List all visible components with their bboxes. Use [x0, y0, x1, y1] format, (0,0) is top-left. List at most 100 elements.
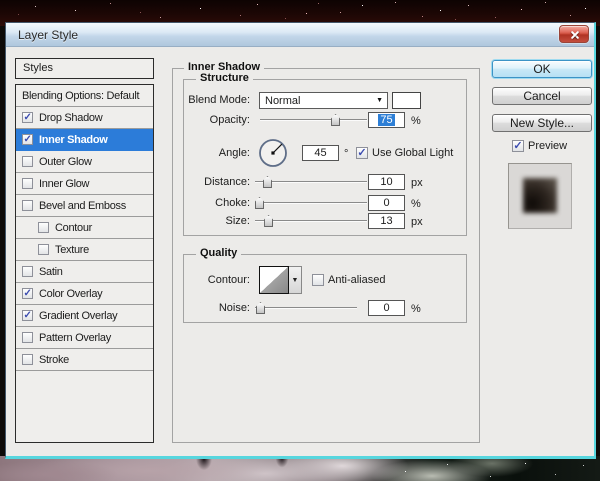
distance-slider[interactable] — [255, 176, 367, 188]
sidebar-item-stroke[interactable]: Stroke — [16, 349, 153, 371]
preview-shadow-swatch — [523, 178, 557, 213]
unchecked-checkbox-icon[interactable] — [38, 222, 49, 233]
noise-slider[interactable] — [255, 302, 357, 314]
quality-legend: Quality — [196, 247, 241, 259]
distance-input[interactable]: 10 — [368, 174, 405, 190]
opacity-slider[interactable] — [260, 114, 367, 126]
dialog-title: Layer Style — [6, 23, 78, 47]
style-preview-thumbnail — [508, 163, 572, 229]
choke-value: 0 — [383, 197, 389, 209]
unchecked-checkbox-icon[interactable] — [22, 178, 33, 189]
distance-value: 10 — [380, 176, 392, 188]
sidebar-item-gradient-overlay[interactable]: ✓ Gradient Overlay — [16, 305, 153, 327]
opacity-value: 75 — [378, 114, 394, 126]
ok-button[interactable]: OK — [492, 60, 592, 78]
dialog-titlebar[interactable]: Layer Style — [6, 23, 594, 47]
sidebar-item-label: Gradient Overlay — [39, 310, 117, 322]
styles-panel-header[interactable]: Styles — [15, 58, 154, 79]
blend-mode-select[interactable]: Normal ▼ — [259, 92, 388, 109]
anti-aliased-label: Anti-aliased — [328, 274, 385, 286]
choke-input[interactable]: 0 — [368, 195, 405, 211]
sidebar-item-label: Texture — [55, 244, 89, 256]
contour-label: Contour: — [150, 273, 250, 287]
shadow-color-swatch[interactable] — [392, 92, 421, 109]
checked-checkbox-icon[interactable]: ✓ — [22, 288, 33, 299]
unchecked-checkbox-icon[interactable] — [22, 332, 33, 343]
sidebar-item-label: Inner Glow — [39, 178, 89, 190]
use-global-light-checkbox[interactable]: ✓ — [356, 147, 368, 159]
styles-header-label: Styles — [23, 62, 53, 74]
sidebar-item-drop-shadow[interactable]: ✓ Drop Shadow — [16, 107, 153, 129]
chevron-down-icon: ▼ — [292, 277, 299, 284]
size-input[interactable]: 13 — [368, 213, 405, 229]
noise-input[interactable]: 0 — [368, 300, 405, 316]
angle-input[interactable]: 45 — [302, 145, 339, 161]
slider-thumb[interactable] — [255, 197, 264, 209]
sidebar-item-label: Drop Shadow — [39, 112, 102, 124]
opacity-unit: % — [411, 114, 421, 128]
sidebar-item-inner-shadow[interactable]: ✓ Inner Shadow — [16, 129, 153, 151]
noise-unit: % — [411, 302, 421, 316]
sidebar-item-label: Outer Glow — [39, 156, 92, 168]
size-unit: px — [411, 215, 423, 229]
close-button[interactable] — [559, 25, 589, 43]
cancel-button[interactable]: Cancel — [492, 87, 592, 105]
angle-label: Angle: — [150, 146, 250, 160]
contour-thumbnail[interactable] — [259, 266, 289, 294]
noise-label: Noise: — [150, 301, 250, 315]
use-global-light-label: Use Global Light — [372, 147, 453, 159]
blend-mode-label: Blend Mode: — [150, 93, 250, 107]
sidebar-item-label: Color Overlay — [39, 288, 102, 300]
angle-value: 45 — [314, 147, 326, 159]
choke-label: Choke: — [150, 196, 250, 210]
sidebar-item-satin[interactable]: Satin — [16, 261, 153, 283]
structure-legend: Structure — [196, 72, 253, 84]
photoshop-workspace: Layer Style Styles Blending Options: Def… — [0, 0, 600, 481]
opacity-input[interactable]: 75 — [368, 112, 405, 128]
unchecked-checkbox-icon[interactable] — [38, 244, 49, 255]
sidebar-item-texture[interactable]: Texture — [16, 239, 153, 261]
blend-mode-value: Normal — [265, 95, 300, 107]
sidebar-item-outer-glow[interactable]: Outer Glow — [16, 151, 153, 173]
new-style-button[interactable]: New Style... — [492, 114, 592, 132]
unchecked-checkbox-icon[interactable] — [22, 200, 33, 211]
stars-decoration — [0, 456, 1, 457]
styles-list: Blending Options: Default ✓ Drop Shadow ✓ In… — [15, 84, 154, 443]
sidebar-item-inner-glow[interactable]: Inner Glow — [16, 173, 153, 195]
sidebar-item-bevel-and-emboss[interactable]: Bevel and Emboss — [16, 195, 153, 217]
angle-dial[interactable] — [258, 138, 288, 168]
sidebar-item-label: Inner Shadow — [39, 134, 108, 146]
angle-unit: ° — [344, 147, 348, 161]
size-label: Size: — [150, 214, 250, 228]
unchecked-checkbox-icon[interactable] — [22, 266, 33, 277]
size-value: 13 — [380, 215, 392, 227]
slider-thumb[interactable] — [331, 114, 340, 126]
opacity-label: Opacity: — [150, 113, 250, 127]
checked-checkbox-icon[interactable]: ✓ — [22, 112, 33, 123]
unchecked-checkbox-icon[interactable] — [22, 156, 33, 167]
checked-checkbox-icon[interactable]: ✓ — [22, 310, 33, 321]
sidebar-item-color-overlay[interactable]: ✓ Color Overlay — [16, 283, 153, 305]
unchecked-checkbox-icon[interactable] — [22, 354, 33, 365]
sidebar-item-label: Contour — [55, 222, 92, 234]
chevron-down-icon: ▼ — [376, 97, 383, 104]
sidebar-item-pattern-overlay[interactable]: Pattern Overlay — [16, 327, 153, 349]
size-slider[interactable] — [255, 215, 367, 227]
distance-label: Distance: — [150, 175, 250, 189]
dialog-body: Styles Blending Options: Default ✓ Drop Sh… — [6, 47, 594, 455]
checked-checkbox-icon[interactable]: ✓ — [22, 134, 33, 145]
sidebar-item-label: Blending Options: Default — [22, 90, 139, 102]
contour-picker-button[interactable]: ▼ — [289, 266, 302, 294]
slider-thumb[interactable] — [256, 302, 265, 314]
layer-style-dialog: Layer Style Styles Blending Options: Def… — [5, 22, 596, 459]
slider-thumb[interactable] — [263, 176, 272, 188]
slider-thumb[interactable] — [264, 215, 273, 227]
preview-checkbox[interactable]: ✓ — [512, 140, 524, 152]
sidebar-item-blending-options-default[interactable]: Blending Options: Default — [16, 85, 153, 107]
noise-value: 0 — [383, 302, 389, 314]
sidebar-item-contour[interactable]: Contour — [16, 217, 153, 239]
anti-aliased-checkbox[interactable] — [312, 274, 324, 286]
sidebar-item-label: Stroke — [39, 354, 69, 366]
choke-unit: % — [411, 197, 421, 211]
choke-slider[interactable] — [255, 197, 367, 209]
